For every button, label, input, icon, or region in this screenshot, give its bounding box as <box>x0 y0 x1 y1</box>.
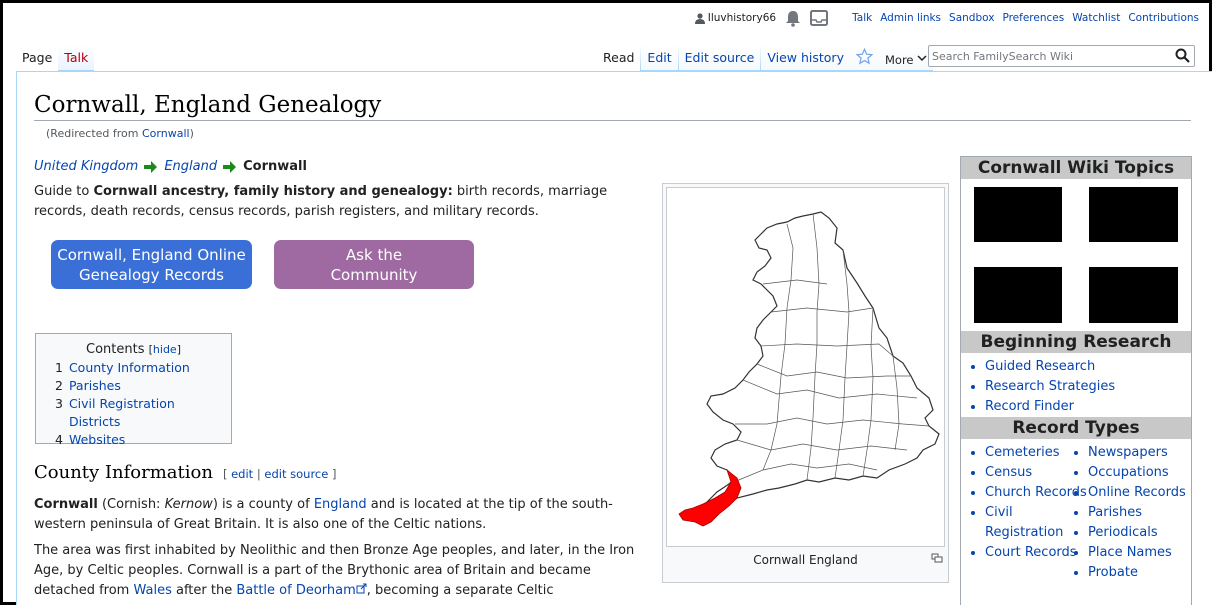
cornwall-highlight <box>678 468 742 527</box>
section-edit-link[interactable]: edit <box>231 467 253 481</box>
beginning-research-heading: Beginning Research <box>961 331 1191 353</box>
england-link[interactable]: England <box>314 497 367 512</box>
toc-item[interactable]: 4 Websites <box>43 431 224 449</box>
county-paragraph-1: Cornwall (Cornish: Kernow) is a county o… <box>34 497 613 532</box>
map-thumbnail[interactable]: Cornwall England <box>662 183 949 583</box>
toc-item[interactable]: 3 Civil Registration Districts <box>43 395 224 431</box>
table-of-contents: Contents [hide] 1 County Information 2 Par… <box>35 333 232 447</box>
list-item[interactable]: Place Names <box>1088 543 1191 563</box>
list-item[interactable]: Periodicals <box>1088 523 1191 543</box>
breadcrumb-england[interactable]: England <box>164 159 217 174</box>
more-menu[interactable]: More <box>878 45 933 71</box>
user-link[interactable]: Iluvhistory66 <box>694 12 777 24</box>
search-input[interactable]: Search FamilySearch Wiki <box>928 45 1195 67</box>
list-item[interactable]: Probate <box>1088 563 1191 583</box>
cornwall-flag-image[interactable] <box>974 187 1178 323</box>
title-divider <box>34 120 1191 121</box>
namespace-tabs: Page Talk <box>16 45 95 71</box>
watch-star-icon[interactable] <box>849 45 879 71</box>
notifications-bell-icon[interactable] <box>784 9 802 27</box>
chevron-down-icon <box>916 55 927 62</box>
tab-edit-source[interactable]: Edit source <box>678 45 761 71</box>
battle-of-deorham-link[interactable]: Battle of Deorham <box>236 583 355 598</box>
infobox-title: Cornwall Wiki Topics <box>961 157 1191 179</box>
england-outline <box>704 211 940 511</box>
watchlist-link[interactable]: Watchlist <box>1072 12 1120 24</box>
search-icon[interactable] <box>1175 48 1190 63</box>
search-placeholder: Search FamilySearch Wiki <box>932 49 1074 63</box>
wales-link[interactable]: Wales <box>133 583 171 598</box>
list-item[interactable]: Parishes <box>1088 503 1191 523</box>
ask-community-button[interactable]: Ask the Community <box>274 240 474 289</box>
intro-paragraph: Guide to Cornwall ancestry, family histo… <box>34 184 608 219</box>
toc-hide-link[interactable]: hide <box>153 343 177 356</box>
arrow-right-icon <box>223 160 237 173</box>
breadcrumb-cornwall: Cornwall <box>243 159 307 174</box>
list-item[interactable]: Research Strategies <box>985 377 1191 397</box>
toc-item[interactable]: 1 County Information <box>43 359 224 377</box>
breadcrumb: United Kingdom England Cornwall <box>34 159 307 174</box>
list-item[interactable]: Newspapers <box>1088 443 1191 463</box>
map-caption: Cornwall England <box>666 553 945 567</box>
ask-community-line2: Community <box>330 265 418 284</box>
tab-read[interactable]: Read <box>597 45 641 71</box>
user-icon <box>694 12 705 24</box>
list-item[interactable]: Guided Research <box>985 357 1191 377</box>
record-types-col2: Newspapers Occupations Online Records Pa… <box>1088 443 1191 583</box>
preferences-link[interactable]: Preferences <box>1002 12 1064 24</box>
notices-tray-icon[interactable] <box>810 9 829 27</box>
list-item[interactable]: Record Finder <box>985 397 1191 417</box>
content-area: Cornwall, England Genealogy (Redirected … <box>16 71 1212 605</box>
redirected-note: (Redirected from Cornwall) <box>46 127 194 140</box>
contributions-link[interactable]: Contributions <box>1128 12 1199 24</box>
arrow-right-icon <box>144 160 158 173</box>
section-heading-county-information: County Information [ edit | edit source … <box>34 462 337 483</box>
toc-title: Contents <box>86 342 145 357</box>
toc-item[interactable]: 2 Parishes <box>43 377 224 395</box>
view-tabs: Read Edit Edit source View history More <box>597 45 933 71</box>
username: Iluvhistory66 <box>707 12 777 24</box>
wiki-topics-infobox: Cornwall Wiki Topics Beginning Research … <box>960 156 1192 605</box>
tab-page[interactable]: Page <box>16 45 59 71</box>
list-item[interactable]: Occupations <box>1088 463 1191 483</box>
tab-edit[interactable]: Edit <box>641 45 678 71</box>
record-types-columns: Cemeteries Census Church Records Civil R… <box>961 439 1191 583</box>
map-image[interactable] <box>666 187 945 547</box>
sandbox-link[interactable]: Sandbox <box>949 12 994 24</box>
ask-community-line1: Ask the <box>345 245 403 264</box>
county-paragraph-2: The area was first inhabited by Neolithi… <box>34 543 635 598</box>
admin-links-link[interactable]: Admin links <box>880 12 941 24</box>
tab-view-history[interactable]: View history <box>761 45 850 71</box>
redirect-source-link[interactable]: Cornwall <box>142 127 190 140</box>
breadcrumb-united-kingdom[interactable]: United Kingdom <box>34 159 138 174</box>
beginning-research-list: Guided Research Research Strategies Reco… <box>961 353 1191 417</box>
page-title: Cornwall, England Genealogy <box>34 92 382 118</box>
online-records-button[interactable]: Cornwall, England Online Genealogy Recor… <box>51 240 252 289</box>
enlarge-icon[interactable] <box>931 553 943 563</box>
personal-talk-link[interactable]: Talk <box>852 12 872 24</box>
tab-talk[interactable]: Talk <box>58 45 95 71</box>
england-map-svg <box>678 211 940 527</box>
section-edit-source-link[interactable]: edit source <box>264 467 328 481</box>
external-link-icon <box>356 583 367 594</box>
record-types-heading: Record Types <box>961 417 1191 439</box>
more-label: More <box>884 53 914 67</box>
personal-toolbar: Iluvhistory66 Talk Admin links Sandbox P… <box>694 9 1199 27</box>
list-item[interactable]: Online Records <box>1088 483 1191 503</box>
